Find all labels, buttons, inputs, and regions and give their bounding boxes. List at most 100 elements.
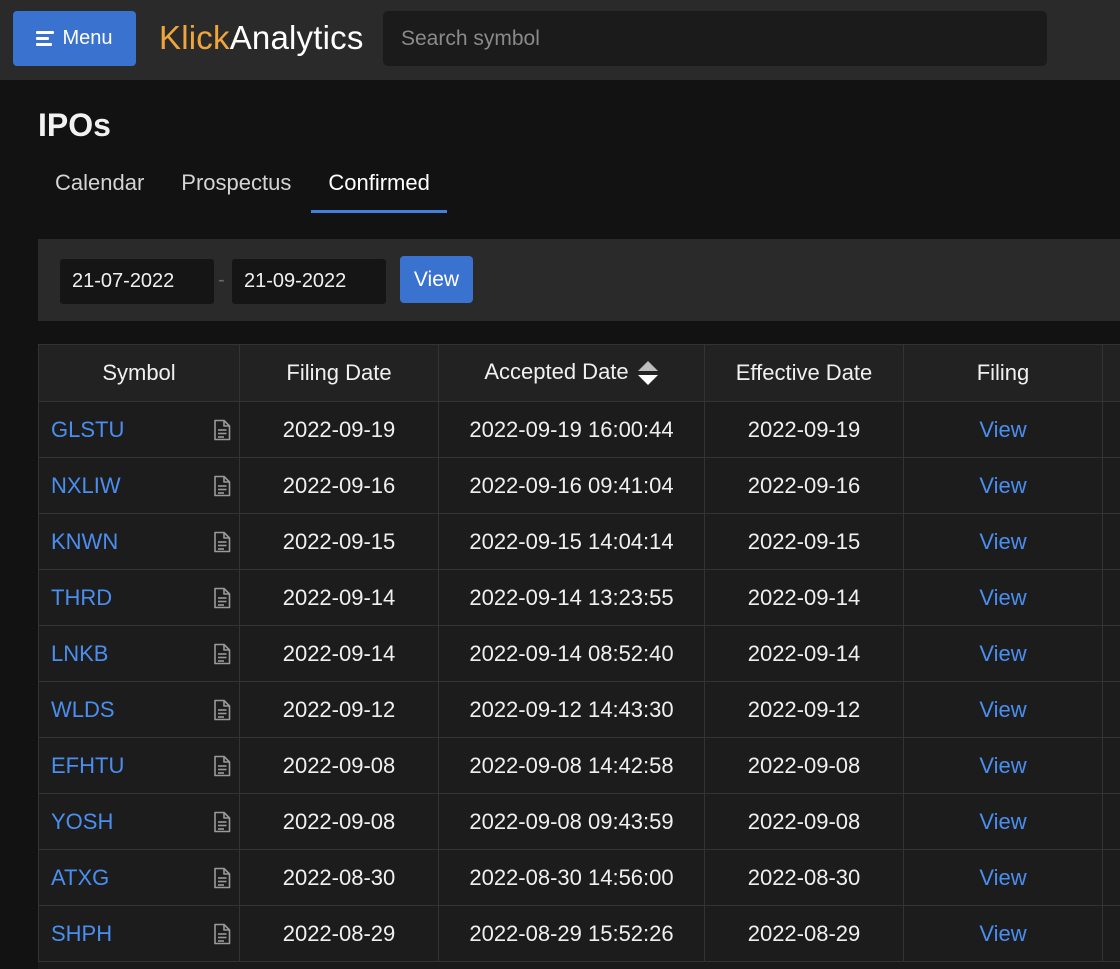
- document-icon[interactable]: [213, 755, 231, 777]
- table-row: LNKB 2022-09-14 2022-09-14 08:52:40 2022-09…: [38, 625, 1120, 682]
- symbol-link[interactable]: SHPH: [51, 921, 112, 946]
- symbol-cell: EFHTU: [38, 737, 240, 794]
- column-header-filing-date[interactable]: Filing Date: [239, 344, 439, 402]
- filing-view-link[interactable]: View: [979, 921, 1026, 946]
- symbol-link[interactable]: THRD: [51, 585, 112, 610]
- search-input[interactable]: [383, 11, 1047, 66]
- symbol-link[interactable]: LNKB: [51, 641, 108, 666]
- table-row: YOSH 2022-09-08 2022-09-08 09:43:59 2022-09…: [38, 793, 1120, 850]
- extra-cell: [1102, 905, 1120, 962]
- symbol-link[interactable]: NXLIW: [51, 473, 121, 498]
- filing-view-link[interactable]: View: [979, 641, 1026, 666]
- document-icon[interactable]: [213, 699, 231, 721]
- column-header-effective-date-label: Effective Date: [735, 360, 873, 385]
- accepted-date-cell: 2022-08-29 15:52:26: [438, 905, 705, 962]
- symbol-link[interactable]: GLSTU: [51, 417, 124, 442]
- tab-confirmed[interactable]: Confirmed: [311, 163, 447, 213]
- filing-view-link[interactable]: View: [979, 585, 1026, 610]
- accepted-date-cell: 2022-09-15 14:04:14: [438, 513, 705, 570]
- filing-cell: View: [903, 793, 1103, 850]
- filing-cell: View: [903, 849, 1103, 906]
- document-icon[interactable]: [213, 587, 231, 609]
- symbol-cell: NXLIW: [38, 457, 240, 514]
- to-date-input[interactable]: [232, 259, 386, 304]
- table-row: SHPH 2022-08-29 2022-08-29 15:52:26 2022-08…: [38, 905, 1120, 962]
- document-icon[interactable]: [213, 643, 231, 665]
- accepted-date-cell: 2022-09-14 08:52:40: [438, 625, 705, 682]
- table-row: ATXG 2022-08-30 2022-08-30 14:56:00 2022-08…: [38, 849, 1120, 906]
- effective-date-cell: 2022-09-14: [704, 569, 904, 626]
- extra-cell: [1102, 569, 1120, 626]
- filing-date-cell: 2022-08-29: [239, 905, 439, 962]
- accepted-date-cell: 2022-09-08 14:42:58: [438, 737, 705, 794]
- effective-date-cell: 2022-09-08: [704, 793, 904, 850]
- tab-prospectus[interactable]: Prospectus: [164, 163, 308, 210]
- symbol-cell: ATXG: [38, 849, 240, 906]
- filing-cell: View: [903, 401, 1103, 458]
- menu-button[interactable]: Menu: [13, 11, 136, 66]
- column-header-effective-date[interactable]: Effective Date: [704, 344, 904, 402]
- filing-date-cell: 2022-09-08: [239, 737, 439, 794]
- effective-date-cell: 2022-08-30: [704, 849, 904, 906]
- accepted-date-cell: 2022-09-19 16:00:44: [438, 401, 705, 458]
- effective-date-cell: 2022-09-08: [704, 737, 904, 794]
- hamburger-menu-icon: [36, 31, 55, 46]
- extra-cell: [1102, 401, 1120, 458]
- filing-view-link[interactable]: View: [979, 865, 1026, 890]
- filing-view-link[interactable]: View: [979, 417, 1026, 442]
- brand-logo-part1: Klick: [159, 19, 230, 56]
- effective-date-cell: 2022-09-12: [704, 681, 904, 738]
- symbol-link[interactable]: EFHTU: [51, 753, 124, 778]
- column-header-symbol[interactable]: Symbol: [38, 344, 240, 402]
- table-header-row: Symbol Filing Date Accepted Date Effecti…: [38, 344, 1120, 402]
- tab-calendar[interactable]: Calendar: [38, 163, 161, 210]
- filing-cell: View: [903, 625, 1103, 682]
- symbol-cell: LNKB: [38, 625, 240, 682]
- filing-date-cell: 2022-09-14: [239, 569, 439, 626]
- effective-date-cell: 2022-08-29: [704, 905, 904, 962]
- filing-cell: View: [903, 905, 1103, 962]
- symbol-link[interactable]: KNWN: [51, 529, 118, 554]
- symbol-link[interactable]: YOSH: [51, 809, 113, 834]
- table-body: GLSTU 2022-09-19 2022-09-19 16:00:44 2022-0…: [38, 401, 1120, 962]
- filing-view-link[interactable]: View: [979, 473, 1026, 498]
- filing-view-link[interactable]: View: [979, 753, 1026, 778]
- symbol-cell: KNWN: [38, 513, 240, 570]
- symbol-link[interactable]: WLDS: [51, 697, 115, 722]
- date-range-separator: -: [218, 269, 225, 291]
- table-row: NXLIW 2022-09-16 2022-09-16 09:41:04 2022-0…: [38, 457, 1120, 514]
- column-header-filing[interactable]: Filing: [903, 344, 1103, 402]
- document-icon[interactable]: [213, 867, 231, 889]
- document-icon[interactable]: [213, 531, 231, 553]
- table-row: EFHTU 2022-09-08 2022-09-08 14:42:58 2022-0…: [38, 737, 1120, 794]
- symbol-link[interactable]: ATXG: [51, 865, 109, 890]
- brand-logo-part2: Analytics: [229, 19, 364, 56]
- from-date-input[interactable]: [60, 259, 214, 304]
- document-icon[interactable]: [213, 923, 231, 945]
- table-row: GLSTU 2022-09-19 2022-09-19 16:00:44 2022-0…: [38, 401, 1120, 458]
- brand-logo[interactable]: KlickAnalytics: [159, 18, 364, 58]
- filing-date-cell: 2022-09-08: [239, 793, 439, 850]
- column-header-accepted-date[interactable]: Accepted Date: [438, 344, 705, 402]
- ipo-table-container: Symbol Filing Date Accepted Date Effecti…: [38, 344, 1120, 969]
- view-button[interactable]: View: [400, 256, 473, 303]
- extra-cell: [1102, 737, 1120, 794]
- column-header-accepted-date-label: Accepted Date: [484, 358, 629, 384]
- document-icon[interactable]: [213, 475, 231, 497]
- filing-view-link[interactable]: View: [979, 809, 1026, 834]
- extra-cell: [1102, 681, 1120, 738]
- filing-view-link[interactable]: View: [979, 697, 1026, 722]
- effective-date-cell: 2022-09-14: [704, 625, 904, 682]
- filing-cell: View: [903, 737, 1103, 794]
- filing-cell: View: [903, 457, 1103, 514]
- table-row: THRD 2022-09-14 2022-09-14 13:23:55 2022-09…: [38, 569, 1120, 626]
- document-icon[interactable]: [213, 419, 231, 441]
- column-header-symbol-label: Symbol: [102, 360, 176, 385]
- sort-icon[interactable]: [637, 359, 659, 387]
- table-row: WLDS 2022-09-12 2022-09-12 14:43:30 2022-09…: [38, 681, 1120, 738]
- filing-view-link[interactable]: View: [979, 529, 1026, 554]
- effective-date-cell: 2022-09-15: [704, 513, 904, 570]
- accepted-date-cell: 2022-09-12 14:43:30: [438, 681, 705, 738]
- filing-date-cell: 2022-09-16: [239, 457, 439, 514]
- document-icon[interactable]: [213, 811, 231, 833]
